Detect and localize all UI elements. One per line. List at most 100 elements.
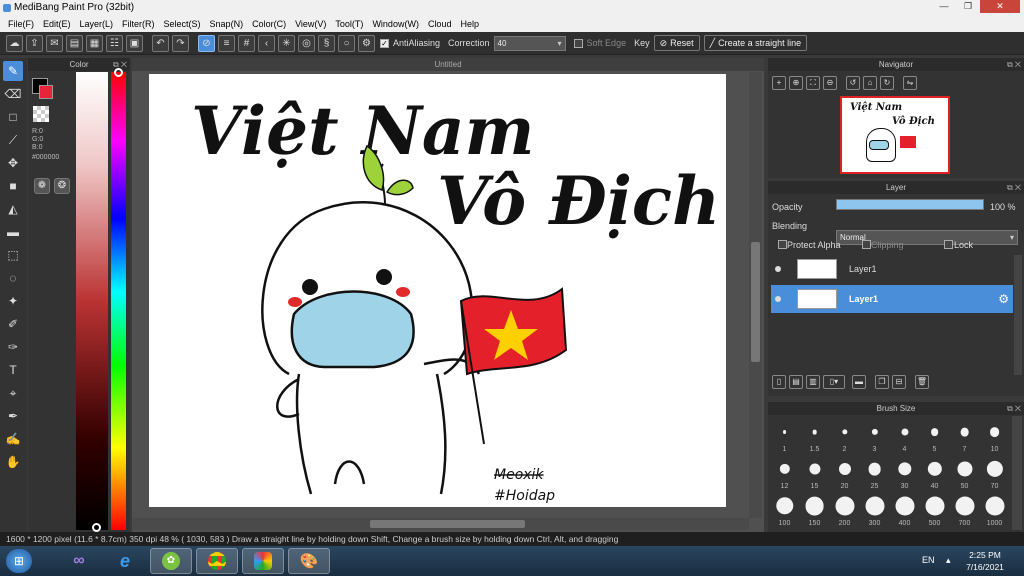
dot-tool-icon[interactable]: ⟋ — [3, 130, 23, 150]
restore-button[interactable]: ❐ — [956, 0, 980, 13]
menu-file[interactable]: File(F) — [4, 17, 39, 32]
brush-scrollbar[interactable] — [1012, 416, 1022, 530]
add-layer-menu-icon[interactable]: ▯▾ — [823, 375, 845, 389]
brush-size-cell[interactable]: 20 — [830, 455, 859, 490]
correction-select[interactable]: 40 — [493, 35, 566, 51]
snap-settings-icon[interactable]: ⚙ — [358, 34, 375, 52]
new-8bit-layer-icon[interactable]: ▥ — [806, 375, 820, 389]
menu-cloud[interactable]: Cloud — [424, 17, 457, 32]
antialias-checkbox[interactable]: ✓ — [380, 38, 389, 48]
canvas[interactable]: Việt Nam Vô Địch Meoxik #Hoidap — [149, 74, 726, 507]
visual-studio-icon[interactable]: ∞ — [58, 548, 100, 574]
panel-float-icon[interactable]: ⧉ ✕ — [1007, 58, 1021, 71]
undo-icon[interactable]: ↶ — [152, 34, 169, 52]
hue-slider[interactable] — [111, 72, 126, 530]
clipping-checkbox[interactable] — [862, 240, 871, 249]
menu-tool[interactable]: Tool(T) — [331, 17, 368, 32]
select-pen-icon[interactable]: ✐ — [3, 314, 23, 334]
cloud-icon[interactable]: ☁ — [6, 34, 23, 52]
brush-size-cell[interactable]: 1000 — [980, 492, 1009, 527]
select-eraser-icon[interactable]: ✑ — [3, 337, 23, 357]
eyedropper-icon[interactable]: ✒ — [3, 406, 23, 426]
menu-edit[interactable]: Edit(E) — [39, 17, 76, 32]
palette-icon[interactable]: ❁ — [34, 178, 50, 194]
background-swatch[interactable] — [39, 85, 53, 99]
brush-size-cell[interactable]: 50 — [950, 455, 979, 490]
duplicate-layer-icon[interactable]: ❐ — [875, 375, 889, 389]
document-icon[interactable]: ▦ — [86, 34, 103, 52]
delete-layer-icon[interactable]: 🗑 — [915, 375, 929, 389]
lasso-tool-icon[interactable]: ◌ — [3, 268, 23, 288]
menu-window[interactable]: Window(W) — [368, 17, 424, 32]
panel-float-icon[interactable]: ⧉ ✕ — [1007, 402, 1021, 415]
zoom-out-icon[interactable]: ⊖ — [823, 76, 837, 90]
divide-tool-icon[interactable]: ⌖ — [3, 383, 23, 403]
brush-size-cell[interactable]: 30 — [890, 455, 919, 490]
horizontal-scrollbar[interactable] — [132, 518, 749, 530]
paint-icon[interactable]: 🎨 — [288, 548, 330, 574]
radial-snap-icon[interactable]: ✳ — [278, 34, 295, 52]
rotate-right-icon[interactable]: ↻ — [880, 76, 894, 90]
flip-icon[interactable]: ⇋ — [903, 76, 917, 90]
panel-icon[interactable]: ☷ — [106, 34, 123, 52]
grid-snap-icon[interactable]: # — [238, 34, 255, 52]
soft-edge-checkbox[interactable] — [573, 38, 583, 48]
chrome-icon[interactable] — [196, 548, 238, 574]
zoom-in-alt-icon[interactable]: ⊕ — [789, 76, 803, 90]
protect-alpha-checkbox[interactable] — [778, 240, 787, 249]
brush-size-cell[interactable]: 12 — [770, 455, 799, 490]
magic-wand-icon[interactable]: ✦ — [3, 291, 23, 311]
brush-size-cell[interactable]: 1.5 — [800, 418, 829, 453]
brightness-handle[interactable] — [92, 523, 101, 532]
tray-arrow-icon[interactable]: ▴ — [946, 555, 951, 566]
start-button-icon[interactable]: ⊞ — [6, 549, 32, 573]
brush-size-cell[interactable]: 3 — [860, 418, 889, 453]
pen-tool-icon[interactable]: ✍ — [3, 429, 23, 449]
brush-size-cell[interactable]: 4 — [890, 418, 919, 453]
language-indicator[interactable]: EN — [922, 555, 935, 565]
brush-tool-icon[interactable]: ✎ — [3, 61, 23, 81]
menu-snap[interactable]: Snap(N) — [206, 17, 249, 32]
internet-explorer-icon[interactable]: e — [104, 548, 146, 574]
vertical-scrollbar[interactable] — [749, 72, 762, 518]
reset-button[interactable]: ⊘ Reset — [653, 35, 700, 51]
horizontal-scroll-thumb[interactable] — [370, 520, 525, 528]
brush-size-cell[interactable]: 2 — [830, 418, 859, 453]
menu-layer[interactable]: Layer(L) — [76, 17, 119, 32]
straight-line-button[interactable]: ╱ Create a straight line — [703, 35, 808, 51]
minimize-button[interactable]: — — [932, 0, 956, 13]
hue-handle[interactable] — [114, 68, 123, 77]
lock-checkbox[interactable] — [944, 240, 953, 249]
gradient-tool-icon[interactable]: ▬ — [3, 222, 23, 242]
brush-size-cell[interactable]: 15 — [800, 455, 829, 490]
brush-size-cell[interactable]: 100 — [770, 492, 799, 527]
perspective-snap-icon[interactable]: ‹ — [258, 34, 275, 52]
brush-size-cell[interactable]: 700 — [950, 492, 979, 527]
clock[interactable]: 2:25 PM 7/16/2021 — [960, 549, 1010, 573]
curve-snap-icon[interactable]: § — [318, 34, 335, 52]
menu-color[interactable]: Color(C) — [248, 17, 291, 32]
layer-scrollbar[interactable] — [1014, 255, 1022, 375]
brush-size-cell[interactable]: 25 — [860, 455, 889, 490]
document-tab[interactable]: Untitled — [132, 58, 764, 71]
chat-icon[interactable]: ▤ — [66, 34, 83, 52]
brush-size-cell[interactable]: 7 — [950, 418, 979, 453]
concentric-snap-icon[interactable]: ◎ — [298, 34, 315, 52]
brush-size-cell[interactable]: 70 — [980, 455, 1009, 490]
visibility-eye-icon[interactable] — [775, 266, 781, 272]
circle-snap-icon[interactable]: ○ — [338, 34, 355, 52]
rect-tool-icon[interactable]: □ — [3, 107, 23, 127]
layer-settings-gear-icon[interactable]: ⚙ — [998, 292, 1009, 306]
menu-view[interactable]: View(V) — [291, 17, 331, 32]
opacity-slider[interactable] — [836, 199, 984, 210]
brush-size-cell[interactable]: 150 — [800, 492, 829, 527]
brush-size-cell[interactable]: 300 — [860, 492, 889, 527]
hand-tool-icon[interactable]: ✋ — [3, 452, 23, 472]
parallel-snap-icon[interactable]: ≡ — [218, 34, 235, 52]
vertical-scroll-thumb[interactable] — [751, 242, 760, 362]
merge-layer-icon[interactable]: ⊟ — [892, 375, 906, 389]
panel-float-icon[interactable]: ⧉ ✕ — [1007, 181, 1021, 194]
move-tool-icon[interactable]: ✥ — [3, 153, 23, 173]
eraser-tool-icon[interactable]: ⌫ — [3, 84, 23, 104]
fill-rect-tool-icon[interactable]: ■ — [3, 176, 23, 196]
